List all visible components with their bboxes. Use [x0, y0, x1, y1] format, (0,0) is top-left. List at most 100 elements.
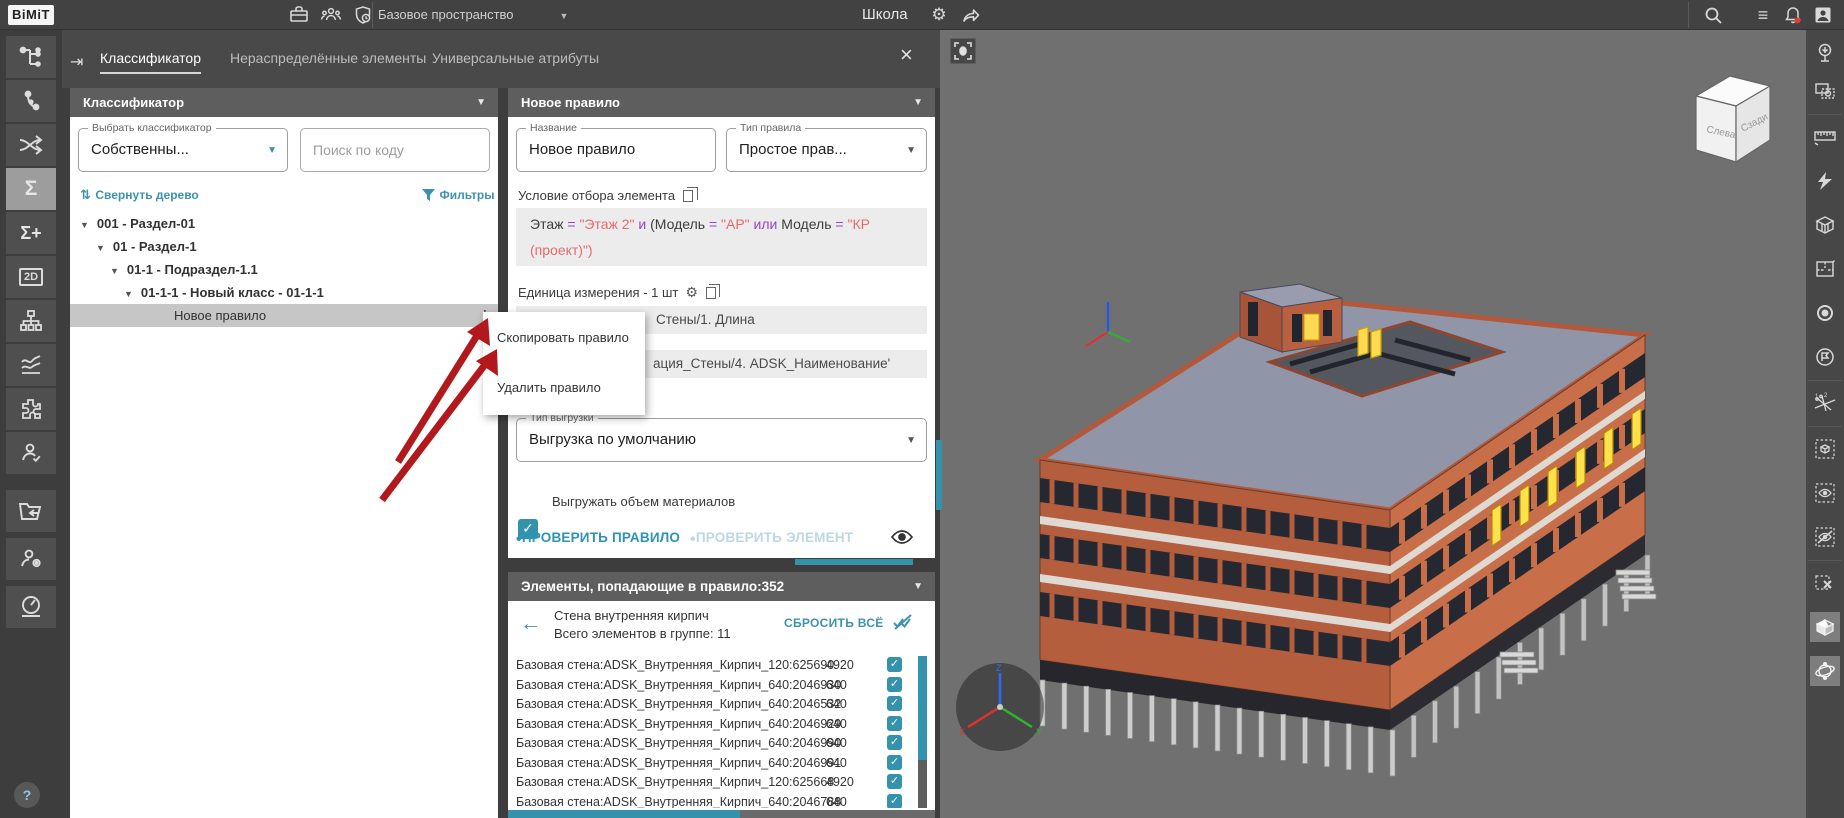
workspace-selector[interactable]: Базовое пространство▼ [378, 0, 568, 30]
tree-item-selected-rule[interactable]: Новое правило ⋮ [70, 304, 498, 327]
element-checkbox[interactable] [887, 716, 902, 731]
classifier-panel-header[interactable]: Классификатор ▼ [70, 88, 498, 117]
chevron-down-icon: ▼ [906, 435, 916, 446]
rule-name-field[interactable]: Название Новое правило [516, 128, 716, 172]
notifications-bell-icon[interactable] [1782, 4, 1804, 26]
user-account-icon[interactable] [1812, 4, 1834, 26]
measure-ruler-icon[interactable] [1810, 122, 1840, 152]
clear-selection-icon[interactable] [1810, 568, 1840, 598]
dashboard-gauge-icon[interactable] [6, 586, 56, 628]
tree-item[interactable]: ▼001 - Раздел-01 [70, 212, 498, 235]
back-arrow-icon[interactable]: ← [520, 612, 541, 636]
shield-clock-icon[interactable] [352, 4, 374, 26]
export-folder-icon[interactable] [6, 490, 56, 532]
element-checkbox[interactable] [887, 696, 902, 711]
element-checkbox[interactable] [887, 735, 902, 750]
element-row[interactable]: Базовая стена:ADSK_Внутренняя_Кирпич_120… [516, 656, 916, 675]
add-rule-sigma-plus-icon[interactable]: Σ+ [6, 212, 56, 254]
briefcase-icon[interactable] [288, 4, 310, 26]
element-checkbox[interactable] [887, 774, 902, 789]
element-row[interactable]: Базовая стена:ADSK_Внутренняя_Кирпич_640… [516, 793, 916, 809]
vertical-scrollbar-thumb[interactable] [936, 440, 942, 510]
element-row[interactable]: Базовая стена:ADSK_Внутренняя_Кирпич_640… [516, 734, 916, 753]
element-row[interactable]: Базовая стена:ADSK_Внутренняя_Кирпич_120… [516, 773, 916, 792]
flash-clash-icon[interactable] [1810, 166, 1840, 196]
section-cut-icon[interactable] [1810, 612, 1840, 642]
elements-list[interactable]: Базовая стена:ADSK_Внутренняя_Кирпич_120… [512, 656, 932, 808]
uncheck-all-icon[interactable] [892, 613, 914, 631]
user-check-icon[interactable] [6, 432, 56, 474]
floor-plan-icon[interactable] [1810, 254, 1840, 284]
plugins-puzzle-icon[interactable] [6, 388, 56, 430]
reset-all-button[interactable]: СБРОСИТЬ ВСЁ [784, 616, 884, 630]
view-cube[interactable]: Слева Сзади [1685, 70, 1780, 170]
shuffle-icon[interactable] [6, 124, 56, 166]
2d-view-icon[interactable]: 2D [6, 256, 56, 298]
element-row[interactable]: Базовая стена:ADSK_Внутренняя_Кирпич_640… [516, 676, 916, 695]
element-row[interactable]: Базовая стена:ADSK_Внутренняя_Кирпич_640… [516, 754, 916, 773]
filters-button[interactable]: Фильтры [422, 186, 494, 204]
help-button[interactable]: ? [14, 782, 40, 808]
element-checkbox[interactable] [887, 755, 902, 770]
copy-icon[interactable] [683, 190, 693, 202]
focus-frame-button[interactable] [950, 38, 976, 64]
search-icon[interactable] [1702, 4, 1724, 26]
close-icon[interactable]: × [900, 42, 913, 68]
rules-sigma-icon[interactable]: Σ [6, 168, 56, 210]
menu-list-icon[interactable]: ≡ [1752, 4, 1774, 26]
eye-icon[interactable] [890, 528, 914, 546]
menu-item-copy-rule[interactable]: Скопировать правило [497, 330, 629, 345]
group-count: Всего элементов в группе: 11 [554, 626, 731, 641]
team-icon[interactable] [320, 4, 342, 26]
orbit-rotate-icon[interactable] [1810, 656, 1840, 686]
check-element-button[interactable]: •ПРОВЕРИТЬ ЭЛЕМЕНТ [690, 530, 853, 549]
list-scrollbar-track[interactable] [918, 760, 927, 808]
code-search-input[interactable] [300, 128, 490, 172]
element-checkbox[interactable] [887, 657, 902, 672]
user-location-icon[interactable] [6, 538, 56, 580]
share-icon[interactable] [960, 4, 982, 26]
tab-unallocated[interactable]: Нераспределённые элементы [230, 50, 426, 66]
isolate-element-icon[interactable] [1810, 434, 1840, 464]
selection-frames-icon[interactable] [1810, 76, 1840, 106]
horizontal-scrollbar-thumb[interactable] [795, 559, 913, 565]
element-row[interactable]: Базовая стена:ADSK_Внутренняя_Кирпич_640… [516, 715, 916, 734]
classifier-tree-icon[interactable] [6, 36, 56, 78]
menu-item-delete-rule[interactable]: Удалить правило [497, 380, 601, 395]
collapse-panel-icon[interactable]: ⇥ [70, 52, 83, 72]
classifier-select[interactable]: Выбрать классификатор Собственны... ▼ [78, 128, 288, 172]
element-checkbox[interactable] [887, 794, 902, 809]
bottom-scrollbar-track[interactable] [508, 810, 935, 818]
gear-icon[interactable]: ⚙ [685, 284, 698, 300]
grids-axes-icon[interactable]: 12 [1810, 388, 1840, 418]
export-type-select[interactable]: Тип выгрузки Выгрузка по умолчанию ▼ [516, 418, 927, 462]
bottom-scrollbar-thumb[interactable] [508, 810, 740, 818]
environment-tree-icon[interactable] [1810, 38, 1840, 68]
rule-panel-header[interactable]: Новое правило ▼ [508, 88, 935, 117]
org-chart-icon[interactable] [6, 300, 56, 342]
condition-expression[interactable]: Этаж = "Этаж 2" и (Модель = "АР" или Мод… [516, 208, 927, 266]
tree-item[interactable]: ▼01 - Раздел-1 [70, 235, 498, 258]
relations-icon[interactable] [6, 80, 56, 122]
copy-icon[interactable] [706, 287, 716, 299]
collapse-tree-link[interactable]: ⇅ Свернуть дерево [80, 186, 199, 204]
settings-gear-icon[interactable]: ⚙ [928, 4, 950, 26]
element-checkbox[interactable] [887, 677, 902, 692]
hide-element-icon[interactable] [1810, 522, 1840, 552]
elements-panel-header[interactable]: Элементы, попадающие в правило:352 ▼ [508, 572, 935, 601]
orientation-gizmo[interactable]: Z X Y [954, 661, 1046, 753]
flag-marker-icon[interactable] [1810, 342, 1840, 372]
tree-item[interactable]: ▼01-1-1 - Новый класс - 01-1-1 [70, 281, 498, 304]
list-scrollbar-thumb[interactable] [918, 656, 927, 760]
check-rule-button[interactable]: •ПРОВЕРИТЬ ПРАВИЛО [516, 530, 680, 549]
3d-viewport[interactable]: Слева Сзади Z X Y [940, 30, 1806, 818]
tree-item[interactable]: ▼01-1 - Подраздел-1.1 [70, 258, 498, 281]
element-row[interactable]: Базовая стена:ADSK_Внутренняя_Кирпич_640… [516, 695, 916, 714]
show-element-icon[interactable] [1810, 478, 1840, 508]
rule-type-select[interactable]: Тип правила Простое прав... ▼ [726, 128, 927, 172]
tab-classifier[interactable]: Классификатор [100, 50, 201, 74]
section-box-icon[interactable] [1810, 210, 1840, 240]
focus-target-icon[interactable] [1810, 298, 1840, 328]
tab-universal[interactable]: Универсальные атрибуты [432, 50, 599, 66]
charts-icon[interactable] [6, 344, 56, 386]
